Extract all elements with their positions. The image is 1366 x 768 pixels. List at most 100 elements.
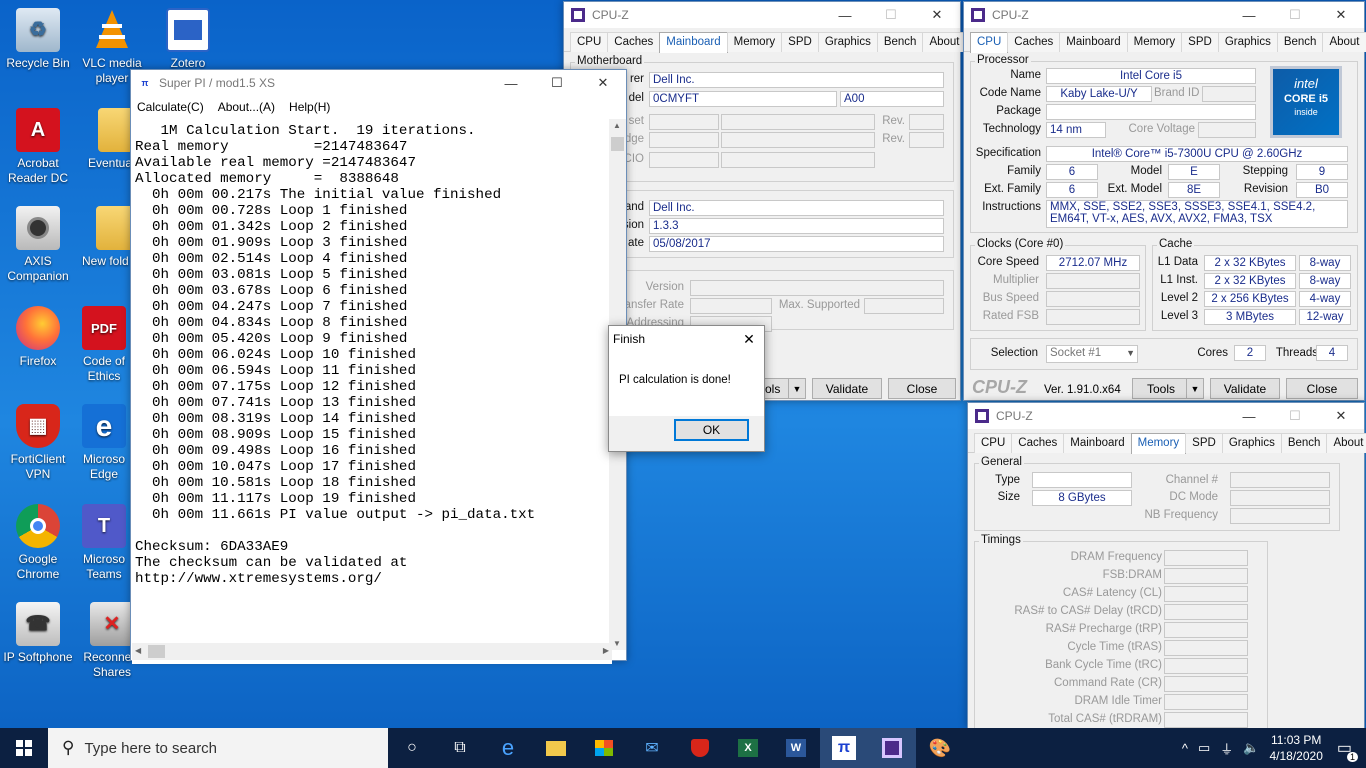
- tab-spd[interactable]: SPD: [1185, 433, 1223, 453]
- tab-cpu[interactable]: CPU: [570, 32, 609, 52]
- bios-brand-value: Dell Inc.: [649, 200, 944, 216]
- superpi-taskbar-icon[interactable]: π: [820, 728, 868, 768]
- tab-graphics[interactable]: Graphics: [817, 32, 878, 52]
- minimize-button[interactable]: —: [1226, 403, 1272, 429]
- maximize-button[interactable]: ☐: [868, 2, 914, 28]
- clock[interactable]: 11:03 PM 4/18/2020: [1269, 732, 1322, 764]
- scroll-left-icon[interactable]: ◀: [135, 646, 141, 655]
- tools-dropdown-arrow-icon[interactable]: ▼: [788, 378, 806, 399]
- revision-label: Revision: [1243, 183, 1288, 195]
- close-button[interactable]: ✕: [1318, 403, 1364, 429]
- scroll-thumb[interactable]: [148, 645, 165, 658]
- desktop-icon-recycle-bin[interactable]: ♻ Recycle Bin: [0, 8, 76, 71]
- close-window-button[interactable]: Close: [1286, 378, 1358, 399]
- close-button[interactable]: ✕: [914, 2, 960, 28]
- desktop-icon-edge[interactable]: e Microso Edge: [74, 404, 134, 482]
- maximize-button[interactable]: ☐: [1272, 2, 1318, 28]
- timing-value: [1164, 640, 1248, 656]
- tab-cpu[interactable]: CPU: [970, 32, 1009, 53]
- start-button[interactable]: [0, 728, 48, 768]
- tab-caches[interactable]: Caches: [607, 32, 661, 52]
- edge-taskbar-icon[interactable]: e: [484, 728, 532, 768]
- clock-time: 11:03 PM: [1270, 733, 1322, 747]
- store-icon[interactable]: [580, 728, 628, 768]
- tab-graphics[interactable]: Graphics: [1217, 32, 1278, 52]
- notifications-button[interactable]: ▭ 1: [1337, 738, 1358, 762]
- tools-dropdown-arrow-icon[interactable]: ▼: [1186, 378, 1204, 399]
- tab-mainboard[interactable]: Mainboard: [1063, 433, 1132, 453]
- menu-about[interactable]: About...(A): [218, 100, 275, 114]
- tab-about[interactable]: About: [1322, 32, 1366, 52]
- search-box[interactable]: ⚲ Type here to search: [48, 728, 388, 768]
- battery-icon[interactable]: ▭: [1198, 740, 1210, 756]
- close-button[interactable]: ✕: [1318, 2, 1364, 28]
- close-window-button[interactable]: Close: [888, 378, 956, 399]
- tab-memory[interactable]: Memory: [1126, 32, 1183, 52]
- word-icon[interactable]: W: [772, 728, 820, 768]
- cpuz-taskbar-icon[interactable]: [868, 728, 916, 768]
- menu-calculate[interactable]: Calculate(C): [137, 100, 204, 114]
- desktop-icon-chrome[interactable]: Google Chrome: [0, 504, 76, 582]
- tab-spd[interactable]: SPD: [1181, 32, 1219, 52]
- timing-value: [1164, 712, 1248, 728]
- tools-button[interactable]: Tools: [1132, 378, 1190, 399]
- desktop-icon-zotero[interactable]: Zotero: [150, 8, 226, 71]
- scroll-up-icon[interactable]: ▲: [613, 121, 621, 130]
- cores-label: Cores: [1197, 347, 1228, 359]
- desktop-icon-code-of-ethics[interactable]: PDF Code of Ethics: [74, 306, 134, 384]
- version-text: Ver. 1.91.0.x64: [1044, 384, 1121, 396]
- scroll-right-icon[interactable]: ▶: [603, 646, 609, 655]
- scroll-down-icon[interactable]: ▼: [613, 639, 621, 648]
- desktop-icon-axis[interactable]: AXIS Companion: [0, 206, 76, 284]
- minimize-button[interactable]: —: [488, 70, 534, 96]
- ok-button[interactable]: OK: [674, 419, 749, 441]
- tab-bench[interactable]: Bench: [1276, 32, 1324, 52]
- tab-graphics[interactable]: Graphics: [1221, 433, 1282, 453]
- bios-date-value: 05/08/2017: [649, 236, 944, 252]
- validate-button[interactable]: Validate: [1210, 378, 1280, 399]
- volume-icon[interactable]: 🔈: [1243, 740, 1259, 756]
- dialog-close-icon[interactable]: ✕: [734, 331, 764, 348]
- network-icon[interactable]: ⏚: [1220, 739, 1233, 758]
- chevron-up-icon[interactable]: ^: [1182, 741, 1188, 756]
- tab-spd[interactable]: SPD: [781, 32, 819, 52]
- scroll-thumb[interactable]: [611, 137, 624, 151]
- desktop-icon-forticlient[interactable]: ▦ FortiClient VPN: [0, 404, 76, 482]
- task-view-icon[interactable]: ⧉: [436, 728, 484, 768]
- cortana-icon[interactable]: ○: [388, 728, 436, 768]
- tab-about[interactable]: About: [1326, 433, 1366, 453]
- close-button[interactable]: ✕: [580, 70, 626, 96]
- paint-icon[interactable]: 🎨: [916, 728, 964, 768]
- excel-icon[interactable]: X: [724, 728, 772, 768]
- tab-bench[interactable]: Bench: [1280, 433, 1328, 453]
- tab-mainboard[interactable]: Mainboard: [659, 32, 728, 53]
- tab-cpu[interactable]: CPU: [974, 433, 1013, 453]
- chipset-model-value: [721, 114, 875, 130]
- tab-about[interactable]: About: [922, 32, 967, 52]
- desktop-icon-eventua[interactable]: Eventua: [74, 108, 134, 171]
- desktop-icon-acrobat[interactable]: A Acrobat Reader DC: [0, 108, 76, 186]
- tab-memory[interactable]: Memory: [1130, 433, 1187, 454]
- minimize-button[interactable]: —: [1226, 2, 1272, 28]
- package-label: Package: [996, 105, 1041, 117]
- tab-caches[interactable]: Caches: [1011, 433, 1065, 453]
- tab-mainboard[interactable]: Mainboard: [1059, 32, 1128, 52]
- maximize-button[interactable]: ☐: [534, 70, 580, 96]
- minimize-button[interactable]: —: [822, 2, 868, 28]
- desktop-icon-teams[interactable]: T Microso Teams: [74, 504, 134, 582]
- tab-bench[interactable]: Bench: [876, 32, 924, 52]
- desktop-icon-new-folder[interactable]: New fold: [74, 206, 134, 269]
- vlc-cone-icon: [90, 8, 134, 52]
- socket-select[interactable]: Socket #1 ▼: [1046, 345, 1138, 363]
- tab-caches[interactable]: Caches: [1007, 32, 1061, 52]
- validate-button[interactable]: Validate: [812, 378, 882, 399]
- tab-memory[interactable]: Memory: [726, 32, 783, 52]
- mail-icon[interactable]: ✉: [628, 728, 676, 768]
- desktop-icon-ip-softphone[interactable]: ☎ IP Softphone: [0, 602, 76, 665]
- maximize-button[interactable]: ☐: [1272, 403, 1318, 429]
- forticlient-taskbar-icon[interactable]: [676, 728, 724, 768]
- menu-help[interactable]: Help(H): [289, 100, 330, 114]
- horizontal-scrollbar[interactable]: ◀ ▶: [132, 643, 612, 660]
- file-explorer-icon[interactable]: [532, 728, 580, 768]
- desktop-icon-firefox[interactable]: Firefox: [0, 306, 76, 369]
